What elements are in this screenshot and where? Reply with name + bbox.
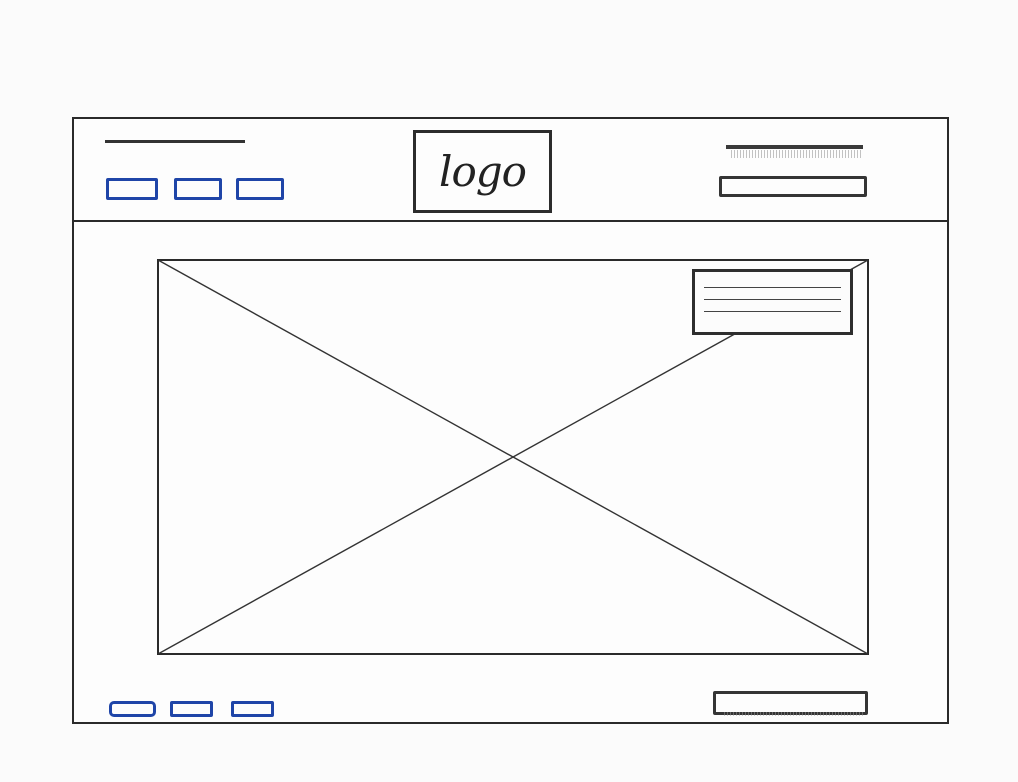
header-nav-button-2[interactable] [174,178,222,200]
site-title-line [105,140,245,143]
footer-nav-button-3[interactable] [231,701,274,717]
browser-window-frame: logo [72,117,949,724]
header-nav-button-3[interactable] [236,178,284,200]
footer-input-shading [724,712,864,716]
footer-nav-button-1[interactable] [109,701,156,717]
hero-caption-box [692,269,853,335]
footer-nav-button-2[interactable] [170,701,213,717]
header-divider [74,220,947,222]
logo[interactable]: logo [413,130,552,213]
header-search-input[interactable] [719,176,867,197]
logo-text: logo [439,147,527,196]
caption-text-line-2 [704,299,841,300]
caption-text-line-3 [704,311,841,312]
header-right-text-line [726,145,863,149]
header-right-text-shading [731,150,861,158]
caption-text-line-1 [704,287,841,288]
header-nav-button-1[interactable] [106,178,158,200]
